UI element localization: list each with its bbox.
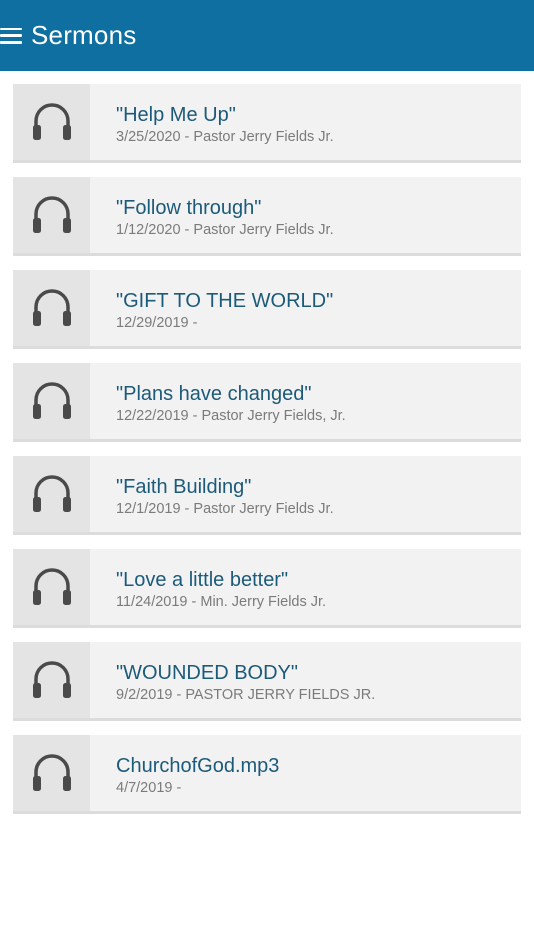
sermon-title: "Follow through"	[116, 197, 262, 219]
headphones-icon	[13, 363, 90, 439]
headphones-icon	[13, 735, 90, 811]
headphones-icon	[13, 270, 90, 346]
sermon-title: "WOUNDED BODY"	[116, 662, 298, 684]
sermon-meta: 12/1/2019 - Pastor Jerry Fields Jr.	[116, 501, 334, 517]
sermon-item[interactable]: ChurchofGod.mp3 4/7/2019 -	[13, 735, 521, 814]
sermon-meta: 1/12/2020 - Pastor Jerry Fields Jr.	[116, 222, 334, 238]
sermon-meta: 4/7/2019 -	[116, 780, 182, 796]
sermon-item[interactable]: "Help Me Up" 3/25/2020 - Pastor Jerry Fi…	[13, 84, 521, 163]
sermon-title: ChurchofGod.mp3	[116, 755, 280, 777]
sermon-item[interactable]: "WOUNDED BODY" 9/2/2019 - PASTOR JERRY F…	[13, 642, 521, 721]
headphones-icon	[13, 549, 90, 625]
sermon-meta: 12/22/2019 - Pastor Jerry Fields, Jr.	[116, 408, 346, 424]
page-title: Sermons	[31, 20, 137, 50]
sermon-item[interactable]: "Plans have changed" 12/22/2019 - Pastor…	[13, 363, 521, 442]
sermon-item[interactable]: "Love a little better" 11/24/2019 - Min.…	[13, 549, 521, 628]
hamburger-menu-icon[interactable]	[0, 27, 22, 44]
sermon-meta: 11/24/2019 - Min. Jerry Fields Jr.	[116, 594, 327, 610]
headphones-icon	[13, 456, 90, 532]
sermon-title: "Faith Building"	[116, 476, 252, 498]
sermon-title: "Help Me Up"	[116, 104, 236, 126]
sermon-item[interactable]: "GIFT TO THE WORLD" 12/29/2019 -	[13, 270, 521, 349]
sermon-item[interactable]: "Faith Building" 12/1/2019 - Pastor Jerr…	[13, 456, 521, 535]
sermon-list: "Help Me Up" 3/25/2020 - Pastor Jerry Fi…	[13, 84, 521, 828]
sermon-meta: 12/29/2019 -	[116, 315, 198, 331]
sermon-title: "Love a little better"	[116, 569, 289, 591]
sermon-meta: 3/25/2020 - Pastor Jerry Fields Jr.	[116, 129, 334, 145]
headphones-icon	[13, 642, 90, 718]
headphones-icon	[13, 84, 90, 160]
sermon-meta: 9/2/2019 - PASTOR JERRY FIELDS JR.	[116, 687, 376, 703]
app-bar: Sermons	[0, 0, 534, 71]
sermon-title: "Plans have changed"	[116, 383, 312, 405]
headphones-icon	[13, 177, 90, 253]
sermon-title: "GIFT TO THE WORLD"	[116, 290, 334, 312]
sermon-item[interactable]: "Follow through" 1/12/2020 - Pastor Jerr…	[13, 177, 521, 256]
